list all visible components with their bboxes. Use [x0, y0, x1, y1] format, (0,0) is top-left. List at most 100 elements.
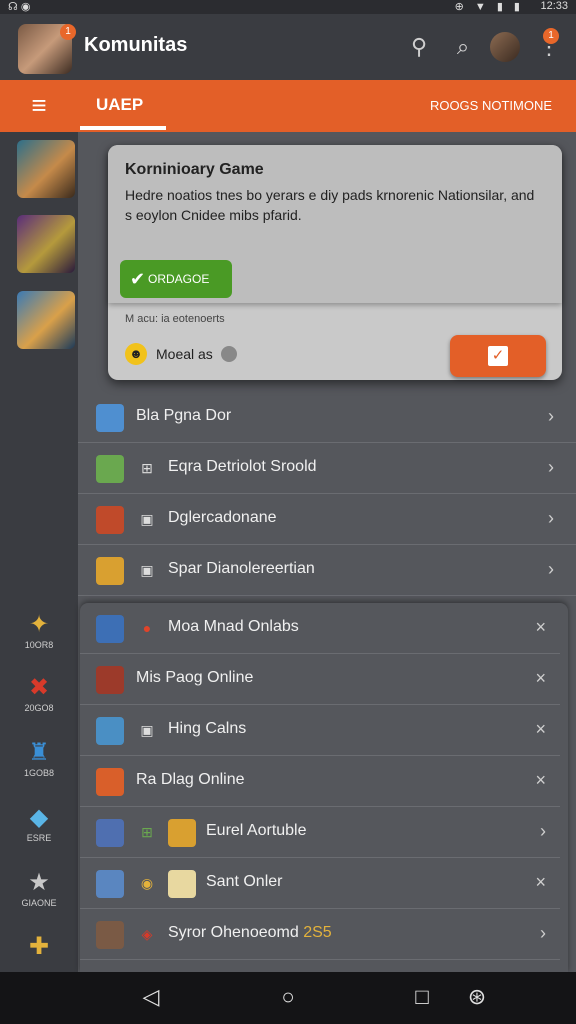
game-thumbnail — [96, 404, 124, 432]
confirm-button-label: ORDAGOE — [148, 272, 210, 286]
list-item-label: Syror Ohenoeomd 2S5 — [168, 924, 332, 941]
close-icon[interactable]: × — [535, 719, 546, 740]
chevron-right-icon: › — [548, 559, 554, 579]
game-list: Bla Pgna Dor › ⊞ Eqra Detriolot Sroold ›… — [78, 392, 576, 596]
list-item[interactable]: ▣ Hing Calns × — [80, 705, 560, 756]
chevron-right-icon: › — [548, 406, 554, 426]
game-thumbnail — [96, 921, 124, 949]
chevron-right-icon: › — [548, 457, 554, 477]
sidebar-item-label: 20GO8 — [24, 703, 54, 713]
list-item-label: Eqra Detriolot Sroold — [168, 458, 317, 475]
sidebar-item-label: ESRE — [26, 833, 52, 843]
game-thumbnail — [96, 506, 124, 534]
close-icon[interactable]: × — [535, 668, 546, 689]
list-item[interactable]: ◉ Sant Onler × — [80, 858, 560, 909]
sidebar-item-6[interactable]: ✚ — [0, 932, 78, 962]
close-icon[interactable]: × — [535, 872, 546, 893]
game-tile-hammer[interactable] — [17, 291, 75, 349]
close-icon[interactable]: × — [535, 617, 546, 638]
status-icons: ⊕ ▼ ▮ ▮ — [454, 1, 524, 13]
grid-icon: ⊞ — [141, 460, 153, 476]
app-bar: 1 Komunitas ⚲ ⌕ ⋮ 1 — [0, 14, 576, 80]
popup-footer-label: Moeal as — [156, 346, 213, 362]
star-icon: ★ — [28, 869, 50, 896]
game-thumbnail — [96, 455, 124, 483]
popup-title: Korninioary Game — [125, 161, 264, 178]
sidebar-item-1[interactable]: ✦ 10OR8 — [0, 610, 78, 650]
status-bar: ☊ ◉ ⊕ ▼ ▮ ▮ 12:33 — [0, 0, 576, 14]
sidebar-item-2[interactable]: ✖ 20GO8 — [0, 673, 78, 713]
app-status-icon: ☊ ◉ — [8, 1, 31, 13]
back-icon[interactable]: ◁ — [136, 984, 166, 1010]
list-item[interactable]: ▣ Spar Dianolereertian › — [78, 545, 576, 596]
sidebar-item-label: GIAONE — [21, 898, 57, 908]
game-tile-warrior[interactable] — [17, 140, 75, 198]
list-item-label: Bla Pgna Dor — [136, 407, 232, 424]
game-thumbnail — [96, 768, 124, 796]
checkbox-icon: ✓ — [488, 346, 508, 366]
list-item-label: Sant Onler — [206, 873, 283, 890]
search-alt-icon[interactable]: ⌕ — [450, 34, 476, 60]
tab-uaep[interactable]: UAEP — [96, 95, 143, 115]
list-item-label: Eurel Aortuble — [206, 822, 307, 839]
puzzle-icon: ✦ — [28, 611, 50, 638]
list-item-label: Spar Dianolereertian — [168, 560, 315, 577]
status-dot — [221, 346, 237, 362]
image-icon: ▣ — [140, 511, 154, 527]
image-icon: ▣ — [140, 562, 154, 578]
image-icon: ▣ — [140, 722, 154, 738]
online-games-card: ● Moa Mnad Onlabs × Mis Paog Online × ▣ … — [80, 603, 568, 973]
close-icon[interactable]: × — [535, 770, 546, 791]
menu-icon[interactable]: ≡ — [0, 80, 78, 132]
game-logo-icon: ◈ — [141, 926, 153, 942]
confirm-button[interactable]: ✔ ORDAGOE — [120, 260, 232, 298]
accept-action-button[interactable]: ✓ — [450, 335, 546, 377]
status-time: 12:33 — [540, 0, 568, 12]
game-thumbnail — [168, 870, 196, 898]
sidebar-item-5[interactable]: ★ GIAONE — [0, 868, 78, 908]
sidebar-item-label: 1GOB8 — [23, 768, 54, 778]
list-item[interactable]: ⊞ Eqra Detriolot Sroold › — [78, 443, 576, 494]
list-item[interactable]: ● Moa Mnad Onlabs × — [80, 603, 560, 654]
castle-icon: ♜ — [28, 739, 50, 766]
popup-text: Hedre noatios tnes bo yerars e diy pads … — [125, 187, 535, 223]
sidebar: ✦ 10OR8 ✖ 20GO8 ♜ 1GOB8 ◆ ESRE ★ GIAONE … — [0, 132, 78, 972]
sidebar-item-label: 10OR8 — [24, 640, 54, 650]
active-tab-indicator — [80, 126, 166, 130]
game-thumbnail — [96, 666, 124, 694]
game-thumbnail — [168, 819, 196, 847]
list-item-label: Moa Mnad Onlabs — [168, 618, 299, 635]
sidebar-item-3[interactable]: ♜ 1GOB8 — [0, 738, 78, 778]
list-item[interactable]: ◈ Syror Ohenoeomd 2S5 › — [80, 909, 560, 960]
controller-icon: ✚ — [28, 933, 50, 960]
page-title: Komunitas — [84, 34, 188, 56]
list-item-label: Ra Dlag Online — [136, 771, 245, 788]
assistant-icon[interactable]: ⊛ — [462, 984, 492, 1010]
list-item[interactable]: ⊞ Eurel Aortuble › — [80, 807, 560, 858]
recents-icon[interactable]: □ — [407, 984, 437, 1010]
game-thumbnail — [96, 557, 124, 585]
list-item[interactable]: Mis Paog Online × — [80, 654, 560, 705]
tab-roogs-notimone[interactable]: ROOGS NOTIMONE — [430, 98, 552, 113]
search-icon[interactable]: ⚲ — [406, 34, 432, 60]
sidebar-item-4[interactable]: ◆ ESRE — [0, 803, 78, 843]
crystal-icon: ◆ — [29, 804, 49, 831]
list-item[interactable]: ▣ Dglercadonane › — [78, 494, 576, 545]
home-icon[interactable]: ○ — [273, 984, 303, 1010]
community-popup: Korninioary Game Hedre noatios tnes bo y… — [108, 145, 562, 380]
list-item-label: Mis Paog Online — [136, 669, 254, 686]
emoji-icon: ☻ — [125, 343, 147, 365]
user-avatar[interactable] — [490, 32, 520, 62]
chevron-right-icon: › — [540, 923, 546, 943]
swords-icon: ✖ — [28, 674, 50, 701]
chevron-right-icon: › — [548, 508, 554, 528]
popup-body: Korninioary Game Hedre noatios tnes bo y… — [108, 145, 562, 303]
game-thumbnail — [96, 870, 124, 898]
check-icon: ✔ — [130, 269, 146, 289]
game-logo-icon: ● — [142, 620, 152, 636]
chevron-right-icon: › — [540, 821, 546, 841]
popup-meta: M acu: ia eotenoerts — [125, 313, 225, 325]
game-tile-knight[interactable] — [17, 215, 75, 273]
list-item[interactable]: Bla Pgna Dor › — [78, 392, 576, 443]
list-item[interactable]: Ra Dlag Online × — [80, 756, 560, 807]
